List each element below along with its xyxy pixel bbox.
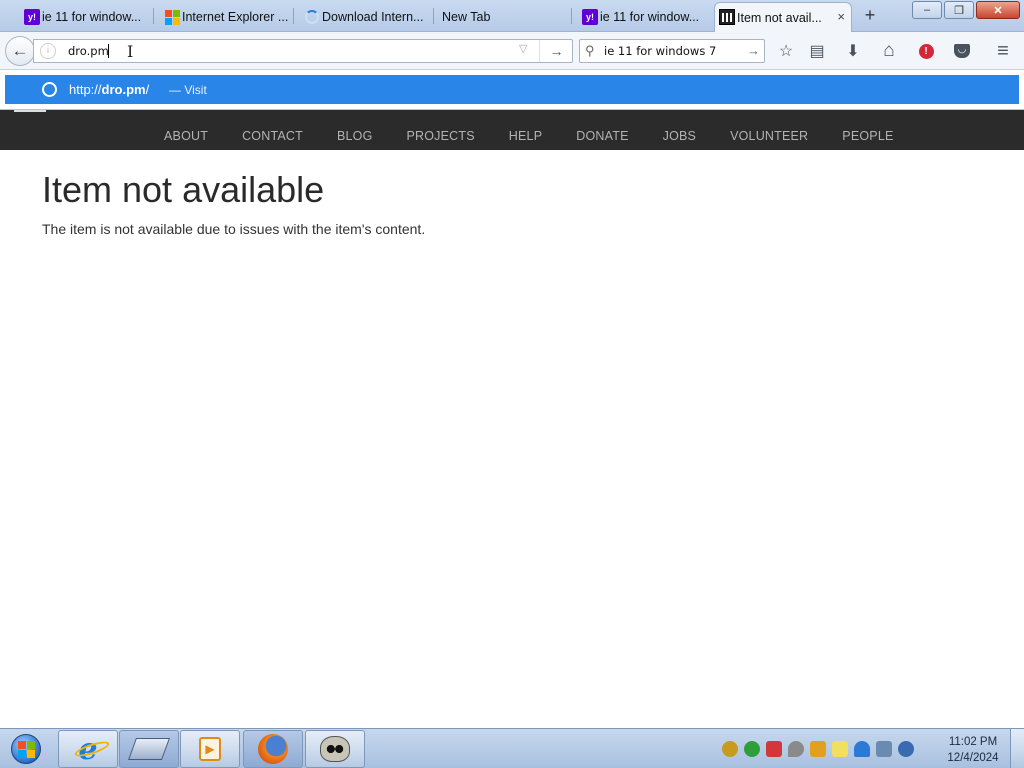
- new-tab-button[interactable]: +: [860, 5, 880, 25]
- nav-link-blog[interactable]: BLOG: [337, 129, 373, 143]
- nav-link-volunteer[interactable]: VOLUNTEER: [730, 129, 808, 143]
- close-tab-icon[interactable]: ×: [837, 10, 845, 24]
- text-caret: [108, 44, 109, 58]
- tray-icon[interactable]: [722, 741, 738, 757]
- system-clock[interactable]: 11:02 PM 12/4/2024: [940, 734, 1006, 766]
- nav-link-contact[interactable]: CONTACT: [242, 129, 303, 143]
- nav-link-projects[interactable]: PROJECTS: [407, 129, 475, 143]
- tab-strip: y! ie 11 for window... Internet Explorer…: [0, 0, 1024, 32]
- site-logo-fragment: [14, 110, 46, 112]
- minimize-button[interactable]: –: [912, 1, 942, 19]
- search-icon[interactable]: ⚲: [585, 43, 595, 59]
- raccoon-app-icon: [320, 736, 350, 762]
- taskbar-firefox[interactable]: [243, 730, 303, 768]
- tab-title: Download Intern...: [322, 10, 424, 24]
- url-bar[interactable]: i I ▽ →: [33, 39, 573, 63]
- home-icon[interactable]: ⌂: [877, 40, 901, 62]
- microsoft-logo-icon: [164, 9, 180, 25]
- tab-separator: [571, 8, 572, 24]
- nav-link-donate[interactable]: DONATE: [576, 129, 628, 143]
- windows-taskbar: e ▶ 11:02 PM 12/4/2024: [0, 728, 1024, 768]
- clock-date: 12/4/2024: [947, 752, 999, 764]
- yahoo-icon: y!: [24, 9, 40, 25]
- tab-yahoo-search-2[interactable]: y! ie 11 for window...: [578, 3, 708, 31]
- network-icon[interactable]: [876, 741, 892, 757]
- tab-item-not-available[interactable]: Item not avail... ×: [714, 2, 852, 32]
- nav-link-jobs[interactable]: JOBS: [663, 129, 696, 143]
- media-player-icon: ▶: [199, 737, 221, 761]
- autocomplete-action: — Visit: [169, 83, 207, 97]
- tab-title: ie 11 for window...: [600, 10, 700, 24]
- note-icon[interactable]: [832, 741, 848, 757]
- back-button[interactable]: ←: [5, 36, 35, 66]
- nav-link-about[interactable]: ABOUT: [164, 129, 208, 143]
- yahoo-icon: y!: [582, 9, 598, 25]
- internet-explorer-icon: e: [73, 732, 112, 767]
- tray-icon[interactable]: [898, 741, 914, 757]
- url-input[interactable]: [68, 41, 508, 61]
- tab-title: Item not avail...: [737, 10, 822, 25]
- firefox-icon: [258, 734, 288, 764]
- chat-icon[interactable]: [788, 741, 804, 757]
- globe-icon: [42, 82, 57, 97]
- close-window-button[interactable]: ✕: [976, 1, 1020, 19]
- start-button[interactable]: [6, 731, 46, 767]
- maximize-button[interactable]: ❐: [944, 1, 974, 19]
- loading-spinner-icon: [304, 9, 320, 25]
- search-go-icon[interactable]: →: [747, 43, 760, 58]
- system-tray: [722, 741, 914, 757]
- site-nav-links: ABOUT CONTACT BLOG PROJECTS HELP DONATE …: [147, 129, 911, 143]
- taskbar-raccoon-app[interactable]: [305, 730, 365, 768]
- taskbar-media-player[interactable]: ▶: [180, 730, 240, 768]
- ibeam-cursor-icon: I: [127, 42, 134, 61]
- tab-new-tab[interactable]: New Tab: [420, 3, 570, 31]
- tab-download-internet[interactable]: Download Intern...: [300, 3, 430, 31]
- download-icon[interactable]: ⬇: [841, 40, 865, 62]
- notification-icon[interactable]: !: [914, 40, 938, 62]
- clock-time: 11:02 PM: [948, 736, 998, 748]
- tab-internet-explorer[interactable]: Internet Explorer ...: [160, 3, 290, 31]
- tab-yahoo-search-1[interactable]: y! ie 11 for window...: [20, 3, 150, 31]
- windows-logo-icon: [11, 734, 41, 764]
- tab-title: ie 11 for window...: [42, 10, 142, 24]
- navigation-toolbar: ← i I ▽ → ⚲ → ☆ ▤ ⬇ ⌂ ! ◡ ≡: [0, 32, 1024, 70]
- tab-separator: [153, 8, 154, 24]
- url-autocomplete-popup: http://dro.pm/ — Visit: [0, 70, 1024, 110]
- site-identity-icon[interactable]: i: [40, 43, 56, 59]
- nav-link-help[interactable]: HELP: [509, 129, 542, 143]
- removable-disk-icon: [127, 738, 171, 760]
- browser-window: y! ie 11 for window... Internet Explorer…: [0, 0, 1024, 768]
- window-controls: – ❐ ✕: [912, 1, 1020, 19]
- tray-icon[interactable]: [744, 741, 760, 757]
- autocomplete-visit-row[interactable]: http://dro.pm/ — Visit: [5, 75, 1019, 104]
- reader-list-icon[interactable]: ▤: [805, 40, 829, 62]
- bookmark-star-icon[interactable]: ☆: [774, 40, 798, 62]
- go-arrow-icon[interactable]: →: [539, 40, 573, 62]
- nav-link-people[interactable]: PEOPLE: [842, 129, 893, 143]
- pocket-icon[interactable]: ◡: [950, 40, 974, 62]
- page-title: Item not available: [42, 169, 325, 210]
- menu-icon[interactable]: ≡: [991, 40, 1015, 62]
- search-bar[interactable]: ⚲ →: [579, 39, 765, 63]
- tab-title: New Tab: [442, 10, 491, 24]
- taskbar-internet-explorer[interactable]: e: [58, 730, 118, 768]
- tray-icon[interactable]: [810, 741, 826, 757]
- url-history-dropdown-icon[interactable]: ▽: [519, 42, 527, 55]
- internet-archive-icon: [719, 9, 735, 25]
- shield-icon[interactable]: [766, 741, 782, 757]
- page-message: The item is not available due to issues …: [42, 221, 426, 237]
- show-desktop-button[interactable]: [1010, 729, 1024, 768]
- autocomplete-url: http://dro.pm/: [69, 82, 150, 97]
- tab-separator: [293, 8, 294, 24]
- site-navigation: ABOUT CONTACT BLOG PROJECTS HELP DONATE …: [0, 110, 1024, 150]
- tab-title: Internet Explorer ...: [182, 10, 289, 24]
- taskbar-removable-disk[interactable]: [119, 730, 179, 768]
- tray-icon[interactable]: [854, 741, 870, 757]
- search-input[interactable]: [604, 41, 744, 61]
